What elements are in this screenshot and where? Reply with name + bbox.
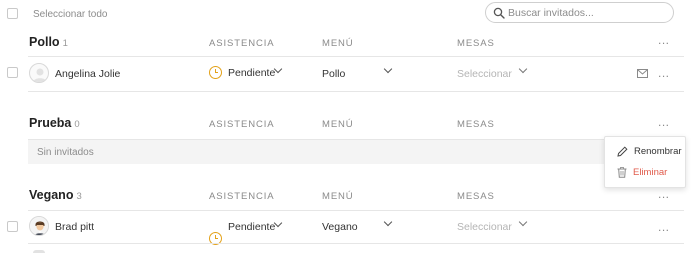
chevron-down-icon[interactable] bbox=[518, 64, 528, 74]
search-input[interactable] bbox=[508, 6, 668, 20]
delete-label: Eliminar bbox=[633, 167, 668, 178]
select-all-checkbox[interactable] bbox=[7, 8, 18, 19]
group-context-menu: Renombrar Eliminar bbox=[604, 136, 686, 188]
column-header-tables: MESAS bbox=[457, 38, 495, 49]
guest-name[interactable]: Angelina Jolie bbox=[55, 68, 120, 80]
divider bbox=[28, 56, 684, 57]
empty-text: Sin invitados bbox=[37, 147, 94, 158]
divider bbox=[28, 91, 684, 92]
delete-menu-item[interactable]: Eliminar bbox=[617, 167, 667, 178]
column-header-tables: MESAS bbox=[457, 119, 495, 130]
group-name: Prueba bbox=[29, 116, 72, 130]
attendance-status[interactable]: Pendiente bbox=[228, 221, 275, 233]
column-header-attendance: ASISTENCIA bbox=[209, 38, 275, 49]
group-count: 1 bbox=[62, 38, 68, 49]
guest-more-options-icon[interactable]: ... bbox=[658, 221, 670, 233]
group-more-options-icon[interactable]: ... bbox=[658, 34, 670, 46]
rename-label: Renombrar bbox=[634, 146, 682, 157]
group-title-pollo: Pollo 1 bbox=[29, 35, 68, 49]
chevron-down-icon[interactable] bbox=[383, 64, 393, 74]
column-header-menu: MENÚ bbox=[322, 119, 354, 130]
avatar bbox=[29, 63, 49, 83]
group-title-vegano: Vegano 3 bbox=[29, 188, 82, 202]
chevron-down-icon[interactable] bbox=[383, 217, 393, 227]
attendance-status[interactable]: Pendiente bbox=[228, 67, 275, 79]
group-name: Pollo bbox=[29, 35, 60, 49]
column-header-attendance: ASISTENCIA bbox=[209, 191, 275, 202]
menu-value[interactable]: Pollo bbox=[322, 68, 345, 80]
group-title-prueba: Prueba 0 bbox=[29, 116, 80, 130]
group-count: 0 bbox=[74, 119, 80, 130]
column-header-tables: MESAS bbox=[457, 191, 495, 202]
chevron-down-icon[interactable] bbox=[518, 217, 528, 227]
group-count: 3 bbox=[76, 191, 82, 202]
pencil-icon bbox=[617, 146, 628, 157]
divider bbox=[28, 210, 684, 211]
guest-select-checkbox[interactable] bbox=[7, 221, 18, 232]
search-box[interactable] bbox=[485, 2, 674, 23]
pending-clock-icon bbox=[209, 66, 222, 79]
man-avatar-icon bbox=[30, 217, 48, 235]
table-select[interactable]: Seleccionar bbox=[457, 221, 512, 233]
column-header-menu: MENÚ bbox=[322, 38, 354, 49]
select-all-label[interactable]: Seleccionar todo bbox=[33, 9, 108, 20]
group-more-options-icon[interactable]: ... bbox=[658, 188, 670, 200]
table-select[interactable]: Seleccionar bbox=[457, 68, 512, 80]
guest-more-options-icon[interactable]: ... bbox=[658, 67, 670, 79]
group-more-options-icon[interactable]: ... bbox=[658, 116, 670, 128]
group-name: Vegano bbox=[29, 188, 74, 202]
avatar bbox=[29, 216, 49, 236]
column-header-menu: MENÚ bbox=[322, 191, 354, 202]
empty-group-row: Sin invitados bbox=[28, 139, 684, 164]
column-header-attendance: ASISTENCIA bbox=[209, 119, 275, 130]
envelope-icon[interactable] bbox=[637, 69, 648, 78]
trash-icon bbox=[617, 167, 627, 178]
guest-select-checkbox[interactable] bbox=[7, 67, 18, 78]
menu-value[interactable]: Vegano bbox=[322, 221, 358, 233]
user-placeholder-icon bbox=[33, 68, 47, 82]
divider bbox=[28, 243, 684, 244]
rename-menu-item[interactable]: Renombrar bbox=[617, 146, 682, 157]
guest-name[interactable]: Brad pitt bbox=[55, 221, 94, 233]
search-icon bbox=[493, 7, 505, 19]
